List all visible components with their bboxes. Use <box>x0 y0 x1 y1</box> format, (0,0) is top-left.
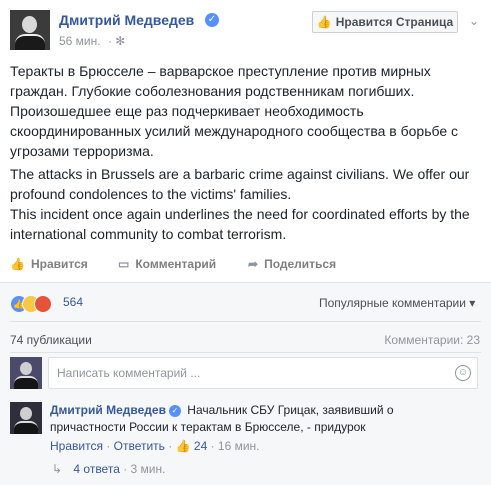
thumbs-up-icon: 👍 <box>175 439 191 453</box>
like-page-button[interactable]: 👍 Нравится Страница <box>312 11 458 33</box>
thumbs-up-icon: 👍 <box>316 15 332 29</box>
share-icon: ➦ <box>248 257 259 271</box>
replies-link[interactable]: 4 ответа <box>73 462 119 476</box>
publications-link[interactable]: 74 публикации <box>10 333 92 347</box>
post-text-en-2: This incident once again underlines the … <box>10 206 470 242</box>
verified-icon: ✓ <box>205 13 219 27</box>
post-text-en: The attacks in Brussels are a barbaric c… <box>10 164 480 244</box>
globe-icon: · ✻ <box>107 34 126 48</box>
author-avatar[interactable] <box>10 10 50 50</box>
comment-label: Комментарий <box>135 257 217 271</box>
divider <box>10 321 481 322</box>
like-button[interactable]: 👍 Нравится <box>10 257 88 271</box>
share-label: Поделиться <box>264 257 337 271</box>
thumbs-up-icon: 👍 <box>10 257 25 271</box>
comments-count: Комментарии: 23 <box>384 333 480 347</box>
like-page-label: Нравится Страница <box>335 15 454 29</box>
comment-reply-link[interactable]: Ответить <box>114 439 165 453</box>
replies-time: 3 мин. <box>130 462 166 476</box>
comment-icon: ▭ <box>118 257 130 271</box>
reaction-count[interactable]: 564 <box>63 295 83 309</box>
post-meta: 56 мин. · ✻ <box>59 34 125 48</box>
comment-input[interactable]: Написать комментарий ... <box>48 357 478 389</box>
like-label: Нравится <box>30 257 88 271</box>
angry-reaction-icon <box>34 295 52 313</box>
verified-icon: ✓ <box>168 405 181 417</box>
post-author[interactable]: Дмитрий Медведев <box>59 12 194 28</box>
user-avatar <box>10 357 42 389</box>
comment-like-count[interactable]: 24 <box>194 439 207 453</box>
comment-sort-dropdown[interactable]: Популярные комментарии ▾ <box>319 296 475 310</box>
reply-arrow-icon: ↳ <box>52 462 63 476</box>
smile-icon[interactable]: ☺ <box>455 365 471 381</box>
chevron-down-icon: ▾ <box>469 296 476 310</box>
sort-label: Популярные комментарии <box>319 296 466 310</box>
chevron-down-icon[interactable]: ⌄ <box>469 14 479 28</box>
post-text-en-1: The attacks in Brussels are a barbaric c… <box>10 166 470 202</box>
share-button[interactable]: ➦ Поделиться <box>248 257 336 271</box>
comment-author[interactable]: Дмитрий Медведев <box>50 403 166 417</box>
post-time[interactable]: 56 мин. <box>59 34 101 48</box>
comment-time[interactable]: 16 мин. <box>218 439 260 453</box>
post-card: Дмитрий Медведев ✓ 56 мин. · ✻ 👍 Нравится… <box>0 0 491 485</box>
commenter-avatar[interactable] <box>10 402 42 434</box>
comment-actions: Нравится · Ответить · 👍 24 · 16 мин. <box>50 439 260 453</box>
comment-like-link[interactable]: Нравится <box>50 439 103 453</box>
post-text-ru: Теракты в Брюсселе – варварское преступл… <box>10 63 459 159</box>
comment-button[interactable]: ▭ Комментарий <box>118 257 216 271</box>
divider <box>10 352 481 353</box>
replies-row: ↳ 4 ответа · 3 мин. <box>52 462 166 476</box>
comment: Дмитрий Медведев ✓ Начальник СБУ Грицак, … <box>50 402 460 436</box>
